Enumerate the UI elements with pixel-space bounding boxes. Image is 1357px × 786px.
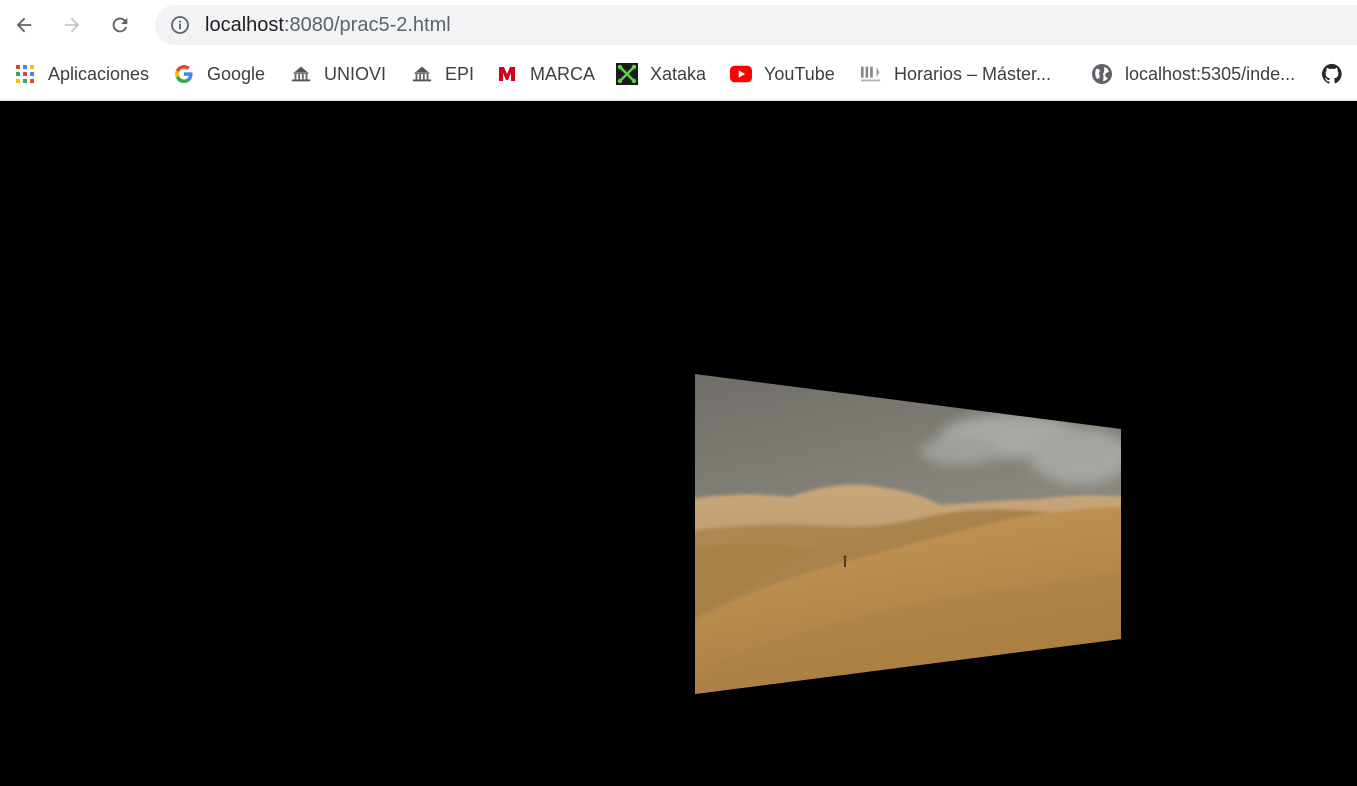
apps-grid-icon [14,63,36,85]
reload-icon [112,17,128,33]
bookmark-youtube[interactable]: YouTube [730,61,835,87]
epi-doc-icon [860,63,882,85]
webgl-canvas[interactable] [0,101,1357,786]
bookmark-label: MARCA [530,63,596,84]
youtube-logo-icon [730,63,752,85]
bookmark-github[interactable] [1321,61,1355,87]
bookmark-aplicaciones[interactable]: Aplicaciones [14,61,149,87]
bookmark-label: Horarios – Máster... [894,63,1052,84]
bookmarks-bar: Aplicaciones Google UNIOVI EPI MARCA Xat… [0,51,1357,101]
bookmark-horarios[interactable]: Horarios – Máster... [860,61,1051,87]
arrow-left-icon [16,17,32,33]
bookmark-xataka[interactable]: Xataka [616,61,706,87]
bookmark-label: Google [207,63,266,84]
github-icon [1321,63,1343,85]
back-button[interactable] [8,9,40,41]
arrow-right-icon [64,17,80,33]
uniovi-seal-icon [290,63,312,85]
video-frame [695,374,1121,694]
bookmark-google[interactable]: Google [173,61,265,87]
bookmark-epi[interactable]: EPI [411,61,474,87]
epi-seal-icon [411,63,433,85]
browser-toolbar: localhost:8080/prac5-2.html [0,0,1357,51]
bookmark-uniovi[interactable]: UNIOVI [290,61,386,87]
bookmark-label: YouTube [764,63,835,84]
forward-button[interactable] [56,9,88,41]
bookmark-label: Xataka [650,63,707,84]
globe-icon [1091,63,1113,85]
bookmark-localhost[interactable]: localhost:5305/inde... [1091,61,1295,87]
url-path: :8080/prac5-2.html [283,14,451,36]
bookmark-label: Aplicaciones [48,63,150,84]
bookmark-label: localhost:5305/inde... [1125,63,1296,84]
url-text[interactable]: localhost:8080/prac5-2.html [205,14,451,36]
marca-logo-icon [496,63,518,85]
xataka-logo-icon [616,63,638,85]
url-host: localhost [205,14,284,36]
address-bar[interactable]: localhost:8080/prac5-2.html [155,5,1357,45]
info-circle-icon[interactable] [170,15,190,35]
reload-button[interactable] [104,9,136,41]
google-g-icon [173,63,195,85]
bookmark-marca[interactable]: MARCA [496,61,595,87]
bookmark-label: UNIOVI [324,63,387,84]
bookmark-label: EPI [445,63,475,84]
desert-video-plane [695,374,1121,694]
